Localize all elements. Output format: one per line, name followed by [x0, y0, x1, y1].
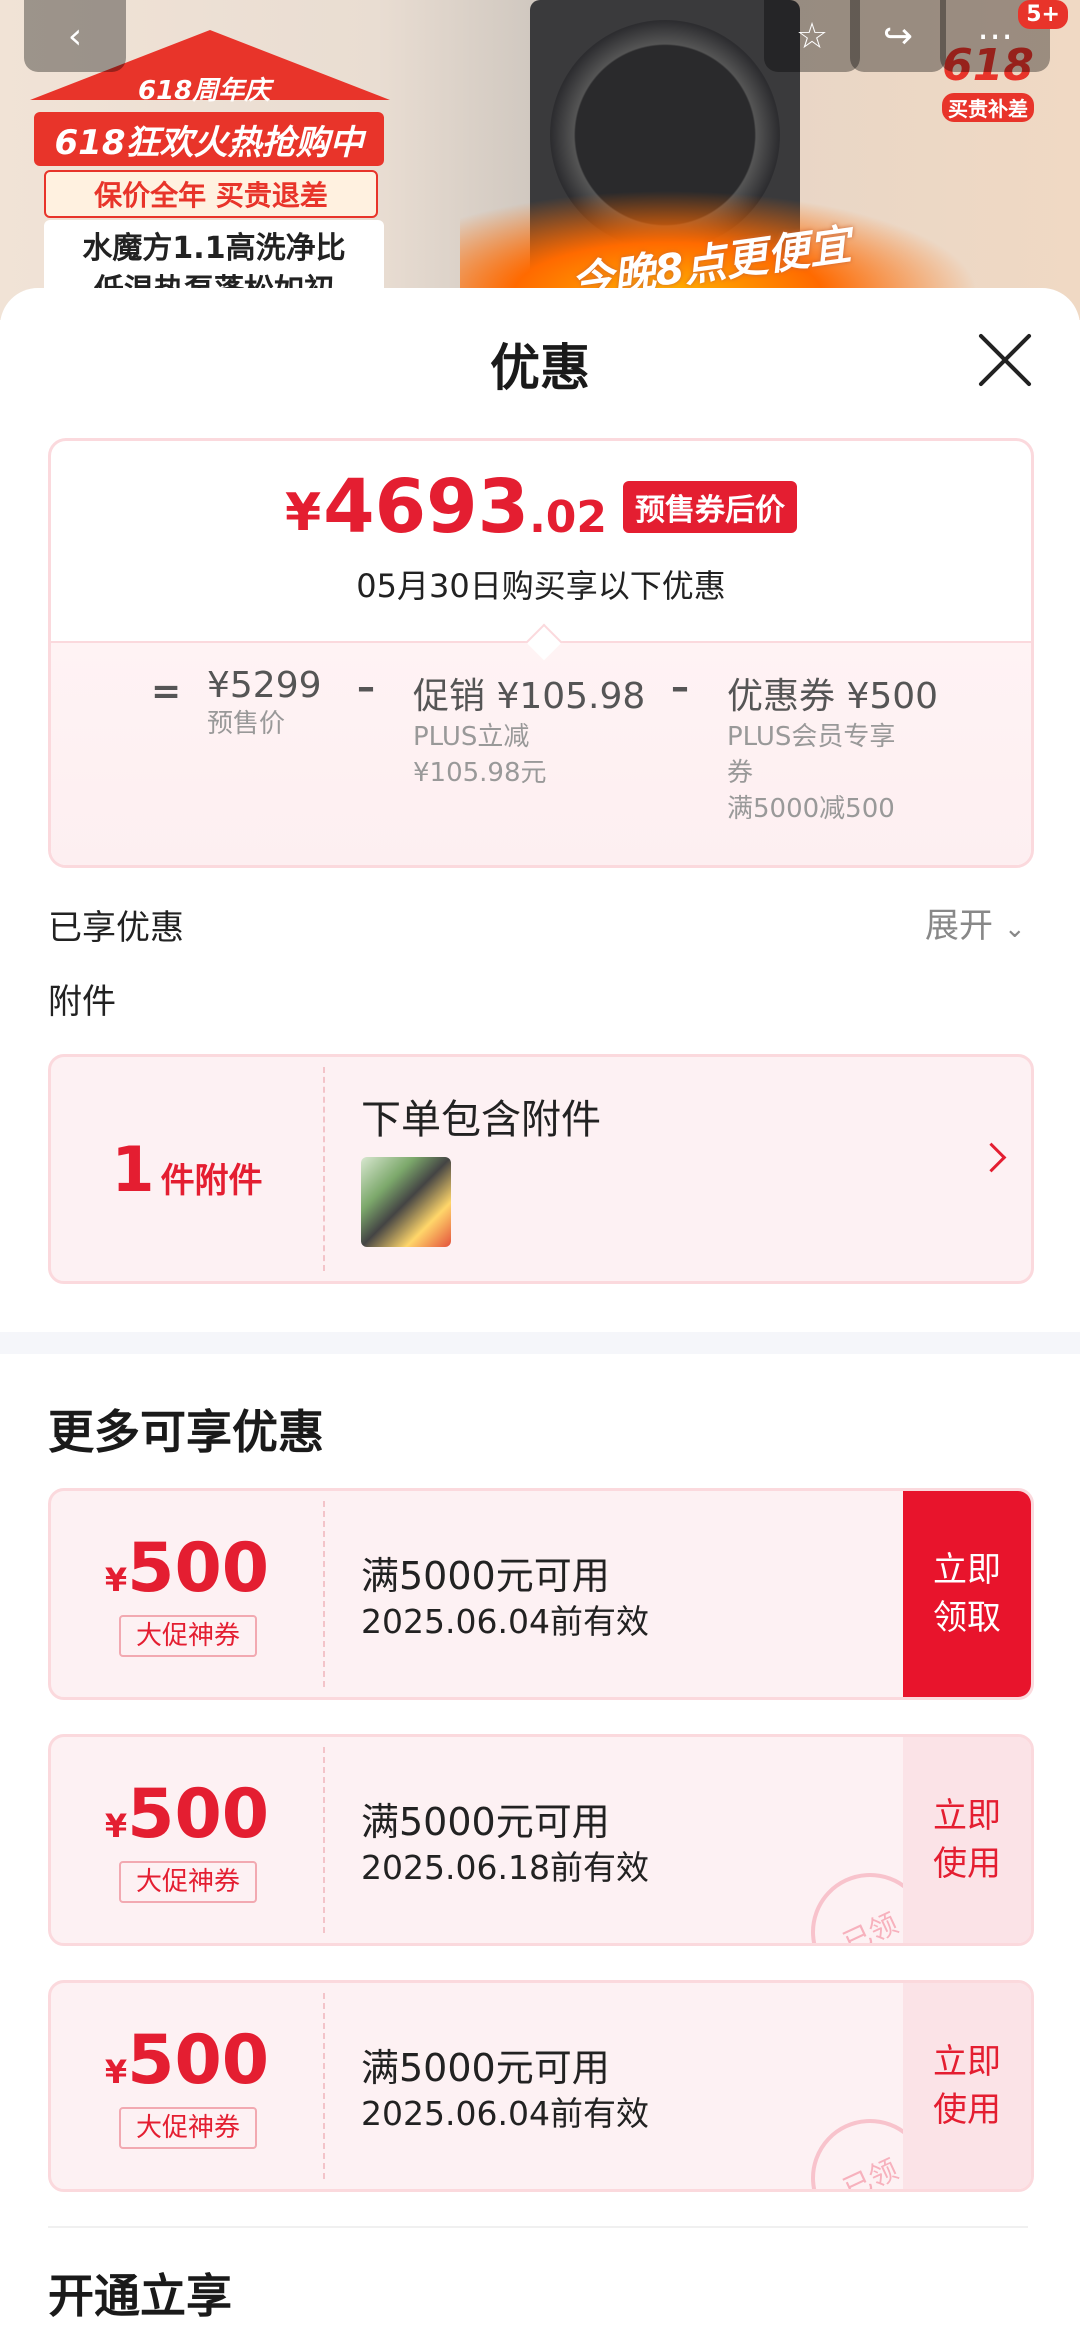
- close-icon[interactable]: [975, 330, 1035, 390]
- attachment-card[interactable]: 1 件附件 下单包含附件: [48, 1054, 1034, 1284]
- price-integer: 4693: [323, 464, 530, 550]
- badge-618-sub: 买贵补差: [942, 93, 1034, 122]
- coupon-currency: ¥: [104, 1807, 128, 1845]
- section-divider: [48, 2226, 1028, 2228]
- promo-value: 促销 ¥105.98: [413, 676, 646, 717]
- coupon-amount: ¥500: [51, 1529, 323, 1608]
- presale-value: ¥5299: [207, 665, 322, 706]
- coupon-desc-1: PLUS会员专享: [727, 722, 896, 752]
- coupon-type-label: 大促神券: [119, 2107, 257, 2149]
- star-icon: ☆: [795, 15, 829, 57]
- promo-discount: 促销 ¥105.98 PLUS立减 ¥105.98元: [413, 667, 645, 791]
- coupon-validity: 2025.06.04前有效: [361, 1602, 649, 1641]
- price-summary-card: ¥ 4693 .02 预售券后价 05月30日购买享以下优惠 = ¥5299 预…: [48, 438, 1034, 868]
- chevron-right-icon: [976, 1142, 1007, 1173]
- more-discounts-title: 更多可享优惠: [48, 1405, 324, 1459]
- price-decimal: .02: [529, 492, 608, 543]
- final-price: ¥ 4693 .02 预售券后价: [51, 464, 1031, 550]
- coupon-card: ¥500 大促神券 满5000元可用 2025.06.18前有效 已领 立即使用: [48, 1734, 1034, 1946]
- coupon-discount: 优惠券 ¥500 PLUS会员专享 券 满5000减500: [727, 667, 938, 827]
- use-coupon-button[interactable]: 立即使用: [903, 1983, 1031, 2189]
- coupon-condition: 满5000元可用: [361, 2046, 610, 2090]
- price-currency: ¥: [284, 483, 322, 543]
- back-button[interactable]: ‹: [24, 0, 126, 72]
- favorite-button[interactable]: ☆: [764, 0, 860, 72]
- price-breakdown: = ¥5299 预售价 – 促销 ¥105.98 PLUS立减 ¥105.98元…: [51, 623, 1031, 865]
- coupon-currency: ¥: [104, 1561, 128, 1599]
- promo-desc-2: ¥105.98元: [413, 758, 547, 788]
- coupon-validity: 2025.06.18前有效: [361, 1848, 649, 1887]
- presale-price: ¥5299 预售价: [207, 665, 322, 742]
- section-divider: [0, 1332, 1080, 1354]
- coupon-type-label: 大促神券: [119, 1861, 257, 1903]
- price-tag: 预售券后价: [623, 481, 798, 533]
- guarantee-text: 保价全年 买贵退差: [44, 170, 378, 218]
- minus-sign: –: [671, 667, 689, 708]
- coupon-desc-3: 满5000减500: [727, 794, 895, 824]
- promo-headline: 618狂欢火热抢购中: [34, 112, 384, 166]
- anniversary-label: 618周年庆: [138, 76, 271, 106]
- more-icon: ⋯: [977, 15, 1013, 57]
- presale-label: 预售价: [207, 709, 286, 739]
- enjoyed-discounts-label: 已享优惠: [48, 908, 184, 948]
- equals-sign: =: [151, 671, 182, 712]
- attachment-thumbnail: [361, 1157, 451, 1247]
- price-subtitle: 05月30日购买享以下优惠: [356, 567, 726, 605]
- coupon-condition: 满5000元可用: [361, 1800, 610, 1844]
- expand-label: 展开: [925, 906, 993, 946]
- product-banner: 618周年庆 618狂欢火热抢购中 保价全年 买贵退差 水魔方1.1高洗净比 低…: [0, 0, 1080, 320]
- coupon-desc-2: 券: [727, 758, 754, 788]
- coupon-amount: ¥500: [51, 2021, 323, 2100]
- chevron-down-icon: ⌄: [1003, 914, 1026, 944]
- claim-coupon-button[interactable]: 立即领取: [903, 1491, 1031, 1697]
- coupon-amount-value: 500: [127, 2021, 270, 2100]
- use-coupon-button[interactable]: 立即使用: [903, 1737, 1031, 1943]
- share-button[interactable]: ↪: [850, 0, 946, 72]
- promo-desc-1: PLUS立减: [413, 722, 530, 752]
- coupon-card: ¥500 大促神券 满5000元可用 2025.06.04前有效 已领 立即使用: [48, 1980, 1034, 2192]
- feature-line-1: 水魔方1.1高洗净比: [82, 231, 346, 266]
- coupon-amount-value: 500: [127, 1529, 270, 1608]
- attachment-count-unit: 件附件: [160, 1160, 263, 1201]
- coupon-validity: 2025.06.04前有效: [361, 2094, 649, 2133]
- attachment-count: 1 件附件: [51, 1057, 323, 1281]
- discount-sheet: 优惠 ¥ 4693 .02 预售券后价 05月30日购买享以下优惠 = ¥529…: [0, 288, 1080, 2323]
- attachment-title: 下单包含附件: [361, 1097, 601, 1143]
- expand-button[interactable]: 展开 ⌄: [925, 898, 1026, 947]
- coupon-value: 优惠券 ¥500: [727, 676, 939, 717]
- next-section-title: 开通立享: [48, 2269, 232, 2323]
- coupon-condition: 满5000元可用: [361, 1554, 610, 1598]
- minus-sign: –: [357, 667, 375, 708]
- sheet-title: 优惠: [490, 339, 590, 397]
- chevron-left-icon: ‹: [67, 15, 83, 57]
- coupon-type-label: 大促神券: [119, 1615, 257, 1657]
- share-icon: ↪: [882, 15, 914, 57]
- attachment-section-label: 附件: [48, 982, 116, 1022]
- attachment-count-number: 1: [111, 1132, 155, 1206]
- message-count-badge: 5+: [1018, 0, 1068, 29]
- coupon-card: ¥500 大促神券 满5000元可用 2025.06.04前有效 立即领取: [48, 1488, 1034, 1700]
- coupon-amount: ¥500: [51, 1775, 323, 1854]
- coupon-currency: ¥: [104, 2053, 128, 2091]
- coupon-amount-value: 500: [127, 1775, 270, 1854]
